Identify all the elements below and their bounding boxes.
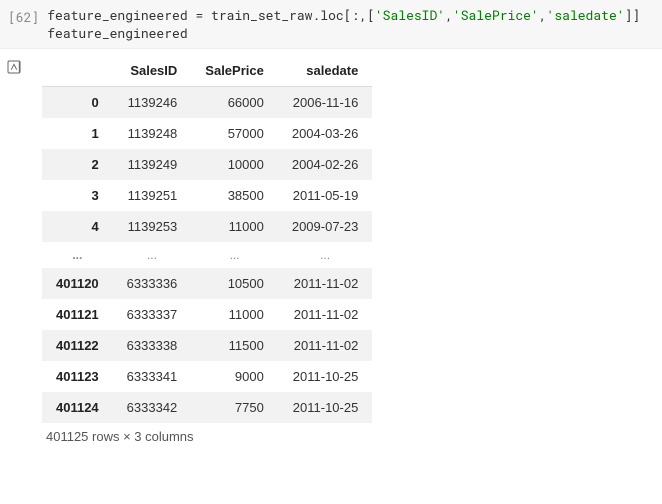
dataframe-table: SalesID SalePrice saledate 0 1139246 660… (42, 55, 372, 423)
ellipsis-row: ... ... ... ... (42, 242, 372, 268)
row-index: 401121 (42, 299, 113, 330)
row-index: 0 (42, 87, 113, 119)
row-index: 3 (42, 180, 113, 211)
cell: 2011-11-02 (278, 330, 373, 361)
cell: 11500 (191, 330, 278, 361)
cell: 11000 (191, 211, 278, 242)
col-header: SalePrice (191, 55, 278, 87)
table-row: 401123 6333341 9000 2011-10-25 (42, 361, 372, 392)
ellipsis-cell: ... (42, 242, 113, 268)
cell: 1139251 (113, 180, 192, 211)
cell: 2011-05-19 (278, 180, 373, 211)
row-index: 4 (42, 211, 113, 242)
code-source[interactable]: feature_engineered = train_set_raw.loc[:… (47, 6, 640, 42)
table-header: SalesID SalePrice saledate (42, 55, 372, 87)
shape-info: 401125 rows × 3 columns (42, 423, 372, 444)
row-index: 2 (42, 149, 113, 180)
cell: 1139253 (113, 211, 192, 242)
row-index: 1 (42, 118, 113, 149)
index-header (42, 55, 113, 87)
table-row: 3 1139251 38500 2011-05-19 (42, 180, 372, 211)
cell: 7750 (191, 392, 278, 423)
cell: 2011-11-02 (278, 268, 373, 299)
table-row: 0 1139246 66000 2006-11-16 (42, 87, 372, 119)
cell: 38500 (191, 180, 278, 211)
ellipsis-cell: ... (278, 242, 373, 268)
table-row: 401124 6333342 7750 2011-10-25 (42, 392, 372, 423)
cell: 57000 (191, 118, 278, 149)
cell: 2011-10-25 (278, 361, 373, 392)
cell: 2011-10-25 (278, 392, 373, 423)
cell: 10000 (191, 149, 278, 180)
cell-number: [62] (4, 6, 47, 26)
ellipsis-cell: ... (113, 242, 192, 268)
cell: 1139248 (113, 118, 192, 149)
cell: 1139246 (113, 87, 192, 119)
table-row: 1 1139248 57000 2004-03-26 (42, 118, 372, 149)
row-index: 401120 (42, 268, 113, 299)
table-row: 4 1139253 11000 2009-07-23 (42, 211, 372, 242)
col-header: SalesID (113, 55, 192, 87)
cell: 2004-03-26 (278, 118, 373, 149)
row-index: 401124 (42, 392, 113, 423)
execute-icon[interactable] (6, 59, 22, 75)
dataframe-output: SalesID SalePrice saledate 0 1139246 660… (30, 49, 372, 444)
cell: 2009-07-23 (278, 211, 373, 242)
cell: 66000 (191, 87, 278, 119)
col-header: saledate (278, 55, 373, 87)
cell: 2004-02-26 (278, 149, 373, 180)
table-row: 401120 6333336 10500 2011-11-02 (42, 268, 372, 299)
cell: 6333342 (113, 392, 192, 423)
cell: 2006-11-16 (278, 87, 373, 119)
cell: 6333337 (113, 299, 192, 330)
output-area: SalesID SalePrice saledate 0 1139246 660… (0, 49, 662, 444)
row-index: 401122 (42, 330, 113, 361)
ellipsis-cell: ... (191, 242, 278, 268)
cell: 1139249 (113, 149, 192, 180)
table-row: 401122 6333338 11500 2011-11-02 (42, 330, 372, 361)
code-cell[interactable]: [62] feature_engineered = train_set_raw.… (0, 0, 662, 49)
cell: 6333338 (113, 330, 192, 361)
cell: 6333341 (113, 361, 192, 392)
cell: 6333336 (113, 268, 192, 299)
cell: 2011-11-02 (278, 299, 373, 330)
cell: 11000 (191, 299, 278, 330)
table-row: 401121 6333337 11000 2011-11-02 (42, 299, 372, 330)
row-index: 401123 (42, 361, 113, 392)
cell: 9000 (191, 361, 278, 392)
cell: 10500 (191, 268, 278, 299)
table-row: 2 1139249 10000 2004-02-26 (42, 149, 372, 180)
